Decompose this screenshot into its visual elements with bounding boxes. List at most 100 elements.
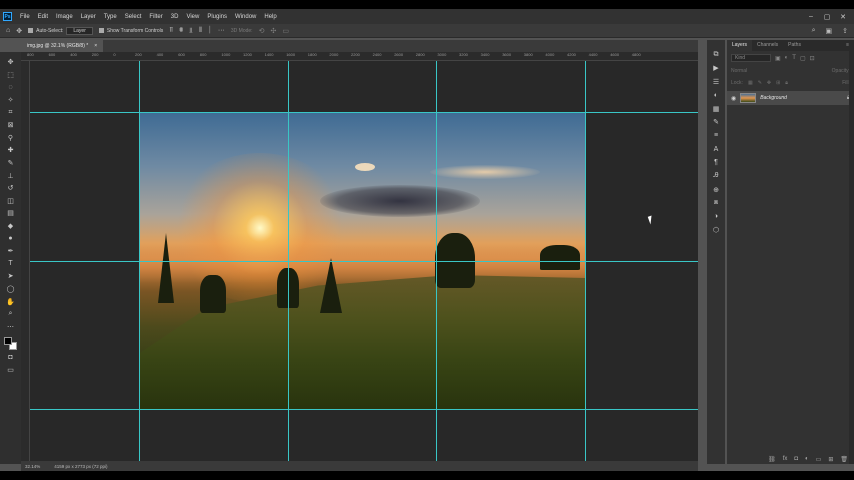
- zoom-level[interactable]: 32.14%: [25, 464, 40, 469]
- new-layer-icon[interactable]: ⊞: [828, 456, 833, 463]
- libraries-icon[interactable]: ⧈: [710, 197, 722, 211]
- canvas-area[interactable]: [30, 61, 698, 461]
- 3d-icon[interactable]: ⬡: [710, 224, 722, 238]
- lock-pixels-icon[interactable]: ▦: [748, 80, 753, 86]
- menu-select[interactable]: Select: [121, 14, 146, 20]
- pixel-filter-icon[interactable]: ▣: [775, 55, 781, 62]
- crop-tool-icon[interactable]: ⌗: [4, 106, 17, 119]
- menu-3d[interactable]: 3D: [167, 14, 183, 20]
- align-bottom-icon[interactable]: ⫫: [189, 27, 193, 35]
- adjustment-layer-icon[interactable]: ◐: [805, 456, 809, 462]
- shape-filter-icon[interactable]: ▢: [800, 55, 806, 62]
- link-layers-icon[interactable]: ⛓: [768, 456, 776, 463]
- lasso-tool-icon[interactable]: ◌: [4, 81, 17, 94]
- minimize-button[interactable]: –: [806, 13, 816, 20]
- workspace-icon[interactable]: ▣: [826, 27, 833, 35]
- menu-edit[interactable]: Edit: [34, 14, 52, 20]
- menu-filter[interactable]: Filter: [145, 14, 166, 20]
- character-icon[interactable]: A: [710, 143, 722, 157]
- foreground-color-swatch[interactable]: [4, 337, 12, 346]
- tab-paths[interactable]: Paths: [783, 40, 806, 51]
- delete-layer-icon[interactable]: 🗑︎: [840, 456, 848, 463]
- close-button[interactable]: ✕: [838, 13, 848, 21]
- more-options-icon[interactable]: ···: [218, 27, 225, 34]
- horizontal-guide[interactable]: [30, 112, 698, 113]
- lock-artboard-icon[interactable]: ⊞: [776, 80, 780, 86]
- visibility-eye-icon[interactable]: ◉: [731, 95, 736, 102]
- adjustment-filter-icon[interactable]: ◐: [785, 55, 789, 61]
- tab-channels[interactable]: Channels: [752, 40, 783, 51]
- color-icon[interactable]: ◑: [710, 210, 722, 224]
- auto-select-checkbox[interactable]: Auto-Select: Layer: [28, 26, 93, 35]
- properties-icon[interactable]: ☰: [710, 75, 722, 89]
- layer-row-background[interactable]: ◉ Background 🔒︎: [727, 91, 854, 105]
- smart-object-filter-icon[interactable]: ⊡: [810, 55, 815, 62]
- healing-brush-icon[interactable]: ✚: [4, 144, 17, 157]
- adjustments-icon[interactable]: ◐: [710, 89, 722, 103]
- quick-mask-icon[interactable]: ◘: [4, 351, 17, 364]
- menu-image[interactable]: Image: [52, 14, 77, 20]
- close-tab-icon[interactable]: ×: [94, 40, 97, 52]
- brushes-icon[interactable]: ✎: [710, 116, 722, 130]
- vertical-ruler[interactable]: [21, 61, 30, 461]
- menu-window[interactable]: Window: [231, 14, 260, 20]
- frame-tool-icon[interactable]: ⊠: [4, 119, 17, 132]
- menu-help[interactable]: Help: [260, 14, 280, 20]
- layer-name[interactable]: Background: [760, 95, 787, 101]
- transform-controls-checkbox[interactable]: Show Transform Controls: [98, 28, 163, 34]
- share-icon[interactable]: ⇪: [842, 27, 848, 35]
- move-tool-icon[interactable]: ✥: [4, 56, 17, 69]
- search-icon[interactable]: ⌕: [812, 27, 816, 35]
- lock-paint-icon[interactable]: ✎: [758, 80, 762, 86]
- zoom-tool-icon[interactable]: ⌕: [4, 308, 17, 321]
- shape-tool-icon[interactable]: ◯: [4, 283, 17, 296]
- blend-mode-dropdown[interactable]: Normal: [731, 68, 747, 74]
- menu-type[interactable]: Type: [100, 14, 121, 20]
- menu-layer[interactable]: Layer: [77, 14, 100, 20]
- pen-tool-icon[interactable]: ✒: [4, 245, 17, 258]
- navigator-icon[interactable]: ⊕: [710, 183, 722, 197]
- menu-file[interactable]: File: [16, 14, 34, 20]
- menu-plugins[interactable]: Plugins: [203, 14, 231, 20]
- add-mask-icon[interactable]: ◘: [794, 456, 798, 462]
- home-icon[interactable]: ⌂: [6, 27, 10, 34]
- document-tab[interactable]: img.jpg @ 32.1% (RGB/8) * ×: [21, 40, 104, 52]
- paragraph-icon[interactable]: ¶: [710, 156, 722, 170]
- new-group-icon[interactable]: ▭: [816, 456, 822, 463]
- type-filter-icon[interactable]: T: [792, 55, 796, 61]
- magic-wand-icon[interactable]: ✧: [4, 94, 17, 107]
- color-swatches[interactable]: [4, 337, 17, 351]
- actions-icon[interactable]: ▶: [710, 62, 722, 76]
- swatches-icon[interactable]: ▦: [710, 102, 722, 116]
- screen-mode-icon[interactable]: ▭: [4, 364, 17, 377]
- auto-select-dropdown[interactable]: Layer: [66, 26, 93, 35]
- history-icon[interactable]: ⧉: [710, 48, 722, 62]
- align-top-icon[interactable]: ⫪: [169, 27, 173, 35]
- 3d-pan-icon[interactable]: ✣: [270, 27, 276, 35]
- kind-filter-dropdown[interactable]: Kind: [731, 54, 771, 62]
- history-brush-icon[interactable]: ↺: [4, 182, 17, 195]
- lock-all-icon[interactable]: 🔒︎: [785, 80, 788, 86]
- distribute-icon[interactable]: ⫴: [199, 27, 202, 35]
- more-tools-icon[interactable]: ⋯: [4, 320, 17, 333]
- hand-tool-icon[interactable]: ✋: [4, 295, 17, 308]
- marquee-tool-icon[interactable]: ⬚: [4, 69, 17, 82]
- clone-stamp-icon[interactable]: ⊥: [4, 169, 17, 182]
- horizontal-guide[interactable]: [30, 409, 698, 410]
- lock-position-icon[interactable]: ✥: [767, 80, 771, 86]
- glyphs-icon[interactable]: Ꭿ: [710, 170, 722, 184]
- horizontal-ruler[interactable]: 800 600 400 200 0 200 400 600 800 1000 1200 1400 160…: [21, 52, 698, 61]
- dodge-tool-icon[interactable]: ●: [4, 232, 17, 245]
- move-tool-icon[interactable]: ✥: [16, 27, 22, 35]
- path-select-icon[interactable]: ➤: [4, 270, 17, 283]
- 3d-video-icon[interactable]: ▭: [282, 27, 289, 35]
- photoshop-logo-icon[interactable]: Ps: [3, 12, 12, 21]
- gradient-tool-icon[interactable]: ▤: [4, 207, 17, 220]
- eyedropper-icon[interactable]: ⚲: [4, 132, 17, 145]
- type-tool-icon[interactable]: T: [4, 258, 17, 271]
- maximize-button[interactable]: ▢: [822, 13, 832, 21]
- tab-layers[interactable]: Layers: [727, 40, 753, 51]
- eraser-icon[interactable]: ◫: [4, 195, 17, 208]
- 3d-rotate-icon[interactable]: ⟲: [259, 27, 265, 35]
- brush-settings-icon[interactable]: ≡: [710, 129, 722, 143]
